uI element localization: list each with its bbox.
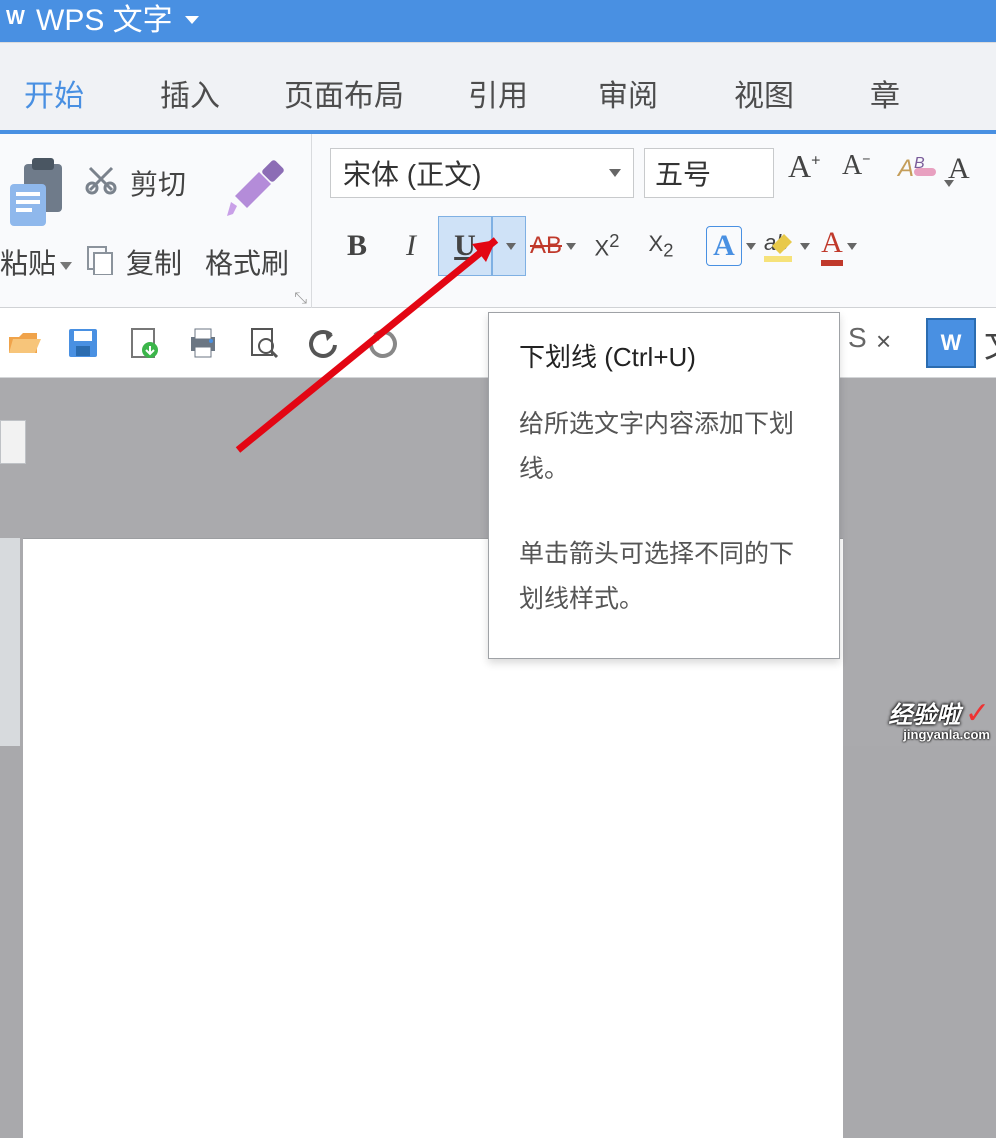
font-name-value: 宋体 (正文) (343, 153, 481, 193)
group-clipboard: 粘贴 剪切 复制 格式刷 ⤡ (0, 134, 312, 312)
change-case-button[interactable]: A (948, 152, 970, 186)
font-color-button[interactable]: A (812, 216, 866, 276)
clipboard-dialog-launcher-icon[interactable]: ⤡ (294, 290, 307, 308)
superscript-button[interactable]: X2 (580, 216, 634, 276)
cut-button[interactable]: 剪切 (84, 162, 186, 203)
grow-font-button[interactable]: A+ (788, 148, 820, 185)
open-button[interactable] (2, 322, 44, 364)
font-format-row: B I U AB X2 X2 A ab A (330, 216, 866, 276)
tab-review[interactable]: 审阅 (598, 71, 658, 115)
caret-icon (800, 243, 810, 250)
dropdown-caret-icon[interactable] (609, 169, 621, 177)
paste-label: 粘贴 (0, 248, 56, 279)
svg-text:W: W (6, 7, 25, 29)
paste-icon[interactable] (2, 156, 74, 228)
format-painter-button[interactable]: 格式刷 (205, 242, 289, 282)
strikethrough-button[interactable]: AB (526, 216, 580, 276)
ribbon: 粘贴 剪切 复制 格式刷 ⤡ 宋体 (正文) (0, 130, 996, 308)
font-size-combo[interactable]: 五号 (644, 148, 774, 198)
word-doc-icon[interactable]: W (926, 318, 976, 368)
caret-icon (566, 243, 576, 250)
italic-button[interactable]: I (384, 216, 438, 276)
caret-icon (746, 243, 756, 250)
app-title: WPS 文字 (36, 0, 173, 39)
group-font: 宋体 (正文) 五号 A+ A− A B A B I U AB X2 X2 (312, 134, 996, 312)
print-button[interactable] (182, 322, 224, 364)
check-icon: ✓ (965, 697, 990, 730)
tab-view[interactable]: 视图 (734, 71, 794, 115)
tab-home[interactable]: 开始 (24, 71, 84, 115)
format-painter-icon[interactable] (225, 152, 291, 223)
clear-formatting-button[interactable]: A B (896, 148, 954, 193)
tooltip-title: 下划线 (Ctrl+U) (519, 337, 809, 374)
strike-label: AB (530, 232, 562, 260)
tab-page-layout[interactable]: 页面布局 (284, 71, 404, 115)
underline-tooltip: 下划线 (Ctrl+U) 给所选文字内容添加下划线。 单击箭头可选择不同的下划线… (488, 312, 840, 659)
font-size-value: 五号 (655, 153, 711, 193)
export-pdf-button[interactable] (122, 322, 164, 364)
underline-dropdown-button[interactable] (492, 216, 526, 276)
vertical-ruler (0, 538, 20, 746)
app-menu-caret-icon[interactable] (185, 16, 199, 24)
tooltip-hint: 单击箭头可选择不同的下划线样式。 (519, 532, 809, 622)
watermark-text: 经验啦 (888, 702, 960, 729)
highlight-button[interactable]: ab (758, 216, 812, 276)
bold-button[interactable]: B (330, 216, 384, 276)
redo-button[interactable] (362, 322, 404, 364)
shrink-font-button[interactable]: A− (842, 150, 870, 182)
tab-insert[interactable]: 插入 (160, 71, 220, 115)
paste-button[interactable]: 粘贴 (0, 242, 72, 282)
underline-button[interactable]: U (438, 216, 492, 276)
watermark-url: jingyanla.com (888, 727, 990, 742)
copy-label: 复制 (126, 242, 182, 282)
watermark: 经验啦 ✓ jingyanla.com (888, 695, 990, 742)
caret-icon (506, 243, 516, 250)
app-logo-icon: W (4, 4, 30, 30)
paste-caret-icon[interactable] (60, 262, 72, 270)
ribbon-tabs: 开始 插入 页面布局 引用 审阅 视图 章 (0, 42, 996, 130)
print-preview-button[interactable] (242, 322, 284, 364)
tab-references[interactable]: 引用 (468, 71, 528, 115)
tooltip-body: 给所选文字内容添加下划线。 (519, 402, 809, 492)
effects-label: A (706, 226, 742, 266)
tab-chapter[interactable]: 章 (870, 71, 900, 115)
copy-icon (84, 243, 116, 282)
svg-text:A: A (896, 155, 914, 182)
save-button[interactable] (62, 322, 104, 364)
font-color-label: A (821, 226, 843, 266)
title-bar: W WPS 文字 (0, 0, 996, 42)
text-effects-button[interactable]: A (704, 216, 758, 276)
tab-letter: S (848, 322, 867, 354)
scissors-icon (84, 162, 118, 203)
tab-close-button[interactable]: × (876, 326, 891, 357)
cut-label: 剪切 (130, 163, 186, 203)
subscript-button[interactable]: X2 (634, 216, 688, 276)
doc-tab-label[interactable]: 文 (984, 318, 996, 367)
font-name-combo[interactable]: 宋体 (正文) (330, 148, 634, 198)
undo-button[interactable] (302, 322, 344, 364)
ruler-handle[interactable] (0, 420, 26, 464)
caret-icon (847, 243, 857, 250)
copy-button[interactable]: 复制 (84, 242, 182, 282)
